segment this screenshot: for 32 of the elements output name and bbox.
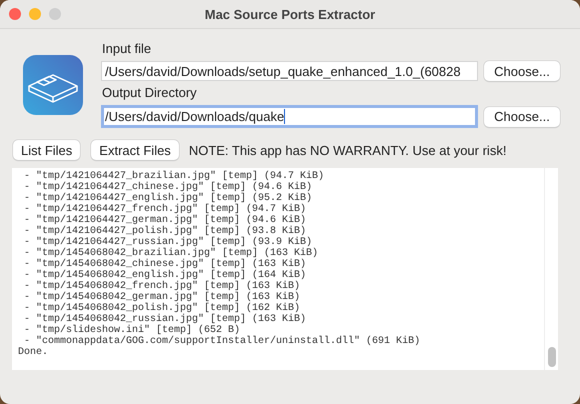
extract-files-button[interactable]: Extract Files [91,140,179,160]
app-icon [23,55,83,115]
list-files-button[interactable]: List Files [13,140,80,160]
scrollbar-thumb[interactable] [548,347,556,367]
log-line: - "tmp/1454068042_german.jpg" [temp] (163 KiB) [23,292,300,303]
minimize-button[interactable] [29,8,41,20]
log-line: - "tmp/slideshow.ini" [temp] (652 B) [23,325,240,336]
log-line: - "tmp/1421064427_english.jpg" [temp] (95.2 KiB) [23,193,312,204]
zoom-button[interactable] [49,8,61,20]
log-line: - "tmp/1454068042_russian.jpg" [temp] (163 KiB) [23,314,306,325]
log-line: Done. [18,347,48,358]
log-line: - "commonappdata/GOG.com/supportInstaller/uninstall.dll" (691 KiB) [23,336,420,347]
log-line: - "tmp/1454068042_polish.jpg" [temp] (162 KiB) [23,303,300,314]
input-file-label: Input file [102,41,152,58]
log-line: - "tmp/1421064427_polish.jpg" [temp] (93.8 KiB) [23,226,306,237]
log-line: - "tmp/1421064427_russian.jpg" [temp] (93.9 KiB) [23,237,312,248]
warranty-note: NOTE: This app has NO WARRANTY. Use at your risk! [188,142,506,158]
window-title: Mac Source Ports Extractor [204,6,376,22]
close-button[interactable] [9,8,21,20]
input-file-field[interactable]: /Users/david/Downloads/setup_quake_enhanced_1.0_(60828 [101,61,478,81]
log-line: - "tmp/1421064427_german.jpg" [temp] (94.6 KiB) [23,215,306,226]
log-line: - "tmp/1421064427_brazilian.jpg" [temp] (94.7 KiB) [23,171,324,182]
log-line: - "tmp/1421064427_french.jpg" [temp] (94.7 KiB) [23,204,306,215]
log-line: - "tmp/1454068042_english.jpg" [temp] (164 KiB) [23,270,306,281]
log-line: - "tmp/1454068042_french.jpg" [temp] (163 KiB) [23,281,300,292]
log-line: - "tmp/1454068042_brazilian.jpg" [temp] (163 KiB) [23,248,318,259]
log-line: - "tmp/1454068042_chinese.jpg" [temp] (163 KiB) [23,259,306,270]
output-directory-label: Output Directory [102,85,198,102]
choose-button[interactable]: Choose... [484,61,560,81]
log-line: - "tmp/1421064427_chinese.jpg" [temp] (94.6 KiB) [23,182,312,193]
output-directory-field[interactable]: /Users/david/Downloads/quake [101,105,478,128]
choose-button[interactable]: Choose... [484,106,560,126]
